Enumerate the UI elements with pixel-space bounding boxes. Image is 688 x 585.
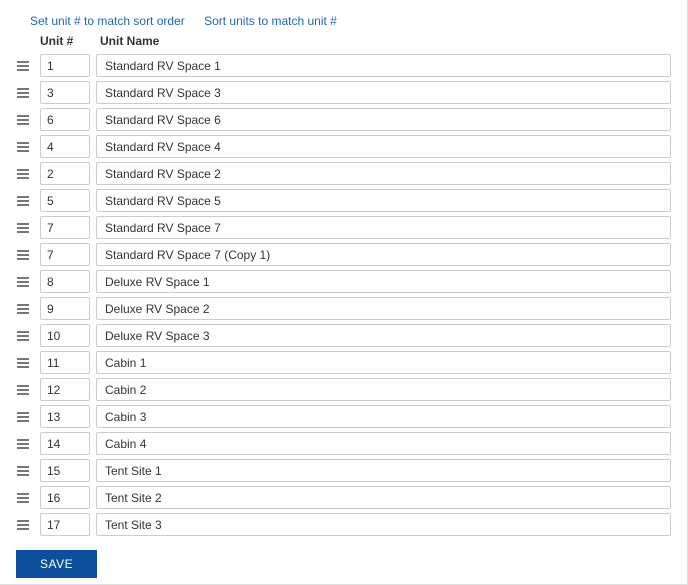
unit-number-input[interactable]	[40, 432, 90, 455]
drag-handle-icon[interactable]	[16, 87, 40, 99]
unit-row	[16, 135, 671, 158]
unit-number-input[interactable]	[40, 216, 90, 239]
unit-row	[16, 81, 671, 104]
unit-row	[16, 108, 671, 131]
unit-sort-panel: Set unit # to match sort order Sort unit…	[0, 0, 688, 585]
unit-row	[16, 189, 671, 212]
unit-number-input[interactable]	[40, 459, 90, 482]
set-unit-number-link[interactable]: Set unit # to match sort order	[30, 14, 185, 28]
unit-name-input[interactable]	[96, 162, 671, 185]
drag-handle-icon[interactable]	[16, 60, 40, 72]
unit-row	[16, 297, 671, 320]
unit-name-input[interactable]	[96, 54, 671, 77]
unit-number-input[interactable]	[40, 108, 90, 131]
unit-row	[16, 324, 671, 347]
unit-name-input[interactable]	[96, 513, 671, 536]
drag-handle-icon[interactable]	[16, 168, 40, 180]
unit-row	[16, 351, 671, 374]
unit-row	[16, 459, 671, 482]
unit-number-input[interactable]	[40, 270, 90, 293]
unit-number-input[interactable]	[40, 135, 90, 158]
drag-handle-icon[interactable]	[16, 411, 40, 423]
drag-handle-icon[interactable]	[16, 492, 40, 504]
drag-handle-icon[interactable]	[16, 222, 40, 234]
unit-row	[16, 513, 671, 536]
save-button[interactable]: SAVE	[16, 550, 97, 578]
drag-handle-icon[interactable]	[16, 303, 40, 315]
unit-name-input[interactable]	[96, 81, 671, 104]
unit-name-input[interactable]	[96, 216, 671, 239]
top-links: Set unit # to match sort order Sort unit…	[30, 14, 671, 28]
unit-number-input[interactable]	[40, 351, 90, 374]
drag-handle-icon[interactable]	[16, 276, 40, 288]
unit-row	[16, 486, 671, 509]
unit-number-input[interactable]	[40, 189, 90, 212]
unit-row	[16, 405, 671, 428]
unit-name-input[interactable]	[96, 324, 671, 347]
unit-number-input[interactable]	[40, 324, 90, 347]
drag-handle-icon[interactable]	[16, 357, 40, 369]
unit-row	[16, 432, 671, 455]
drag-handle-icon[interactable]	[16, 249, 40, 261]
unit-number-input[interactable]	[40, 243, 90, 266]
unit-row	[16, 243, 671, 266]
drag-handle-icon[interactable]	[16, 195, 40, 207]
unit-row	[16, 54, 671, 77]
unit-number-input[interactable]	[40, 378, 90, 401]
header-unit-name: Unit Name	[94, 34, 671, 48]
unit-number-input[interactable]	[40, 405, 90, 428]
unit-name-input[interactable]	[96, 378, 671, 401]
unit-number-input[interactable]	[40, 81, 90, 104]
unit-number-input[interactable]	[40, 513, 90, 536]
column-header-row: Unit # Unit Name	[16, 32, 671, 54]
unit-name-input[interactable]	[96, 189, 671, 212]
unit-name-input[interactable]	[96, 297, 671, 320]
unit-number-input[interactable]	[40, 486, 90, 509]
unit-number-input[interactable]	[40, 162, 90, 185]
unit-row	[16, 162, 671, 185]
header-unit-num: Unit #	[40, 34, 94, 48]
drag-handle-icon[interactable]	[16, 330, 40, 342]
sort-units-link[interactable]: Sort units to match unit #	[204, 14, 337, 28]
drag-handle-icon[interactable]	[16, 438, 40, 450]
unit-number-input[interactable]	[40, 297, 90, 320]
unit-row	[16, 378, 671, 401]
unit-name-input[interactable]	[96, 432, 671, 455]
unit-name-input[interactable]	[96, 243, 671, 266]
unit-name-input[interactable]	[96, 135, 671, 158]
unit-name-input[interactable]	[96, 351, 671, 374]
drag-handle-icon[interactable]	[16, 384, 40, 396]
drag-handle-icon[interactable]	[16, 114, 40, 126]
unit-list	[16, 54, 671, 536]
unit-name-input[interactable]	[96, 108, 671, 131]
drag-handle-icon[interactable]	[16, 519, 40, 531]
unit-name-input[interactable]	[96, 459, 671, 482]
drag-handle-icon[interactable]	[16, 141, 40, 153]
unit-name-input[interactable]	[96, 486, 671, 509]
unit-row	[16, 216, 671, 239]
unit-row	[16, 270, 671, 293]
unit-name-input[interactable]	[96, 270, 671, 293]
drag-handle-icon[interactable]	[16, 465, 40, 477]
unit-name-input[interactable]	[96, 405, 671, 428]
unit-number-input[interactable]	[40, 54, 90, 77]
